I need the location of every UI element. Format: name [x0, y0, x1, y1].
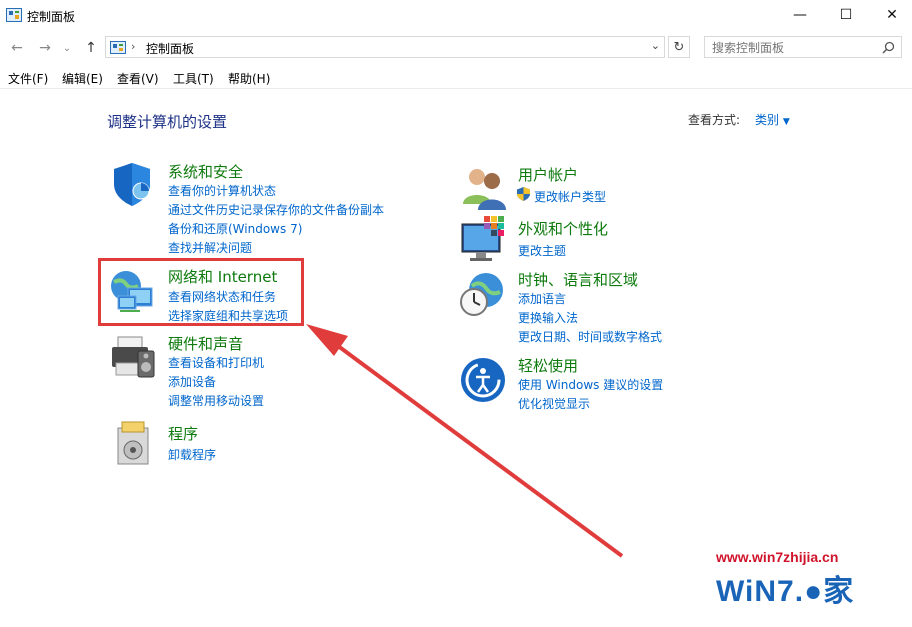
close-button[interactable]: ✕	[869, 0, 912, 30]
link-uninstall-program[interactable]: 卸载程序	[168, 446, 216, 463]
control-panel-icon	[6, 8, 22, 22]
link-add-language[interactable]: 添加语言	[518, 290, 566, 307]
menu-help[interactable]: 帮助(H)	[228, 70, 270, 87]
forward-button[interactable]: →	[34, 37, 56, 59]
uac-shield-icon	[517, 187, 530, 201]
breadcrumb-item[interactable]: 控制面板	[146, 40, 194, 57]
title-bar: 控制面板	[0, 0, 912, 31]
link-file-history-backup[interactable]: 通过文件历史记录保存你的文件备份副本	[168, 201, 384, 218]
link-change-theme[interactable]: 更改主题	[518, 242, 566, 259]
programs-icon[interactable]	[112, 420, 160, 468]
link-add-device[interactable]: 添加设备	[168, 373, 216, 390]
category-appearance-personalization[interactable]: 外观和个性化	[518, 218, 608, 239]
appearance-icon[interactable]	[460, 216, 508, 264]
category-system-security[interactable]: 系统和安全	[168, 161, 243, 182]
control-panel-icon	[110, 41, 126, 54]
shield-icon[interactable]	[108, 160, 156, 208]
menu-view[interactable]: 查看(V)	[117, 70, 159, 87]
view-by-dropdown[interactable]: 类别 ▼	[755, 111, 790, 128]
arrow-annotation	[306, 324, 624, 558]
window-title: 控制面板	[27, 10, 76, 24]
highlight-box	[98, 258, 304, 326]
watermark-url: www.win7zhijia.cn	[716, 549, 839, 565]
search-input[interactable]	[710, 39, 874, 57]
search-icon[interactable]	[882, 41, 895, 54]
breadcrumb-separator: ›	[131, 40, 136, 53]
view-by-value[interactable]: 类别	[755, 113, 779, 127]
menu-file[interactable]: 文件(F)	[8, 70, 48, 87]
category-programs[interactable]: 程序	[168, 423, 198, 444]
printer-icon[interactable]	[108, 333, 156, 381]
link-backup-restore[interactable]: 备份和还原(Windows 7)	[168, 220, 302, 237]
link-view-computer-status[interactable]: 查看你的计算机状态	[168, 182, 276, 199]
link-change-account-type[interactable]: 更改帐户类型	[534, 188, 606, 205]
category-clock-language-region[interactable]: 时钟、语言和区域	[518, 269, 638, 290]
maximize-button[interactable]: ☐	[823, 0, 869, 30]
link-mobility-settings[interactable]: 调整常用移动设置	[168, 392, 264, 409]
link-troubleshoot[interactable]: 查找并解决问题	[168, 239, 252, 256]
back-button[interactable]: ←	[6, 37, 28, 59]
chevron-down-icon[interactable]: ⌄	[651, 39, 660, 52]
category-hardware-sound[interactable]: 硬件和声音	[168, 333, 243, 354]
address-bar[interactable]: › 控制面板 ⌄	[105, 36, 665, 58]
refresh-button[interactable]: ↻	[668, 36, 690, 58]
up-button[interactable]: ↑	[80, 37, 102, 59]
link-devices-printers[interactable]: 查看设备和打印机	[168, 354, 264, 371]
search-box[interactable]	[704, 36, 902, 58]
watermark-logo: WiN7.●家	[716, 575, 855, 608]
recent-locations-button[interactable]: ⌄	[60, 37, 74, 59]
clock-globe-icon[interactable]	[458, 270, 506, 318]
users-icon[interactable]	[460, 164, 508, 212]
dropdown-arrow-icon[interactable]: ▼	[783, 117, 790, 127]
menu-edit[interactable]: 编辑(E)	[62, 70, 103, 87]
menu-tools[interactable]: 工具(T)	[173, 70, 214, 87]
view-by-label: 查看方式:	[688, 113, 741, 127]
minimize-button[interactable]: —	[777, 0, 823, 30]
category-user-accounts[interactable]: 用户帐户	[518, 164, 578, 185]
page-title: 调整计算机的设置	[107, 113, 228, 131]
